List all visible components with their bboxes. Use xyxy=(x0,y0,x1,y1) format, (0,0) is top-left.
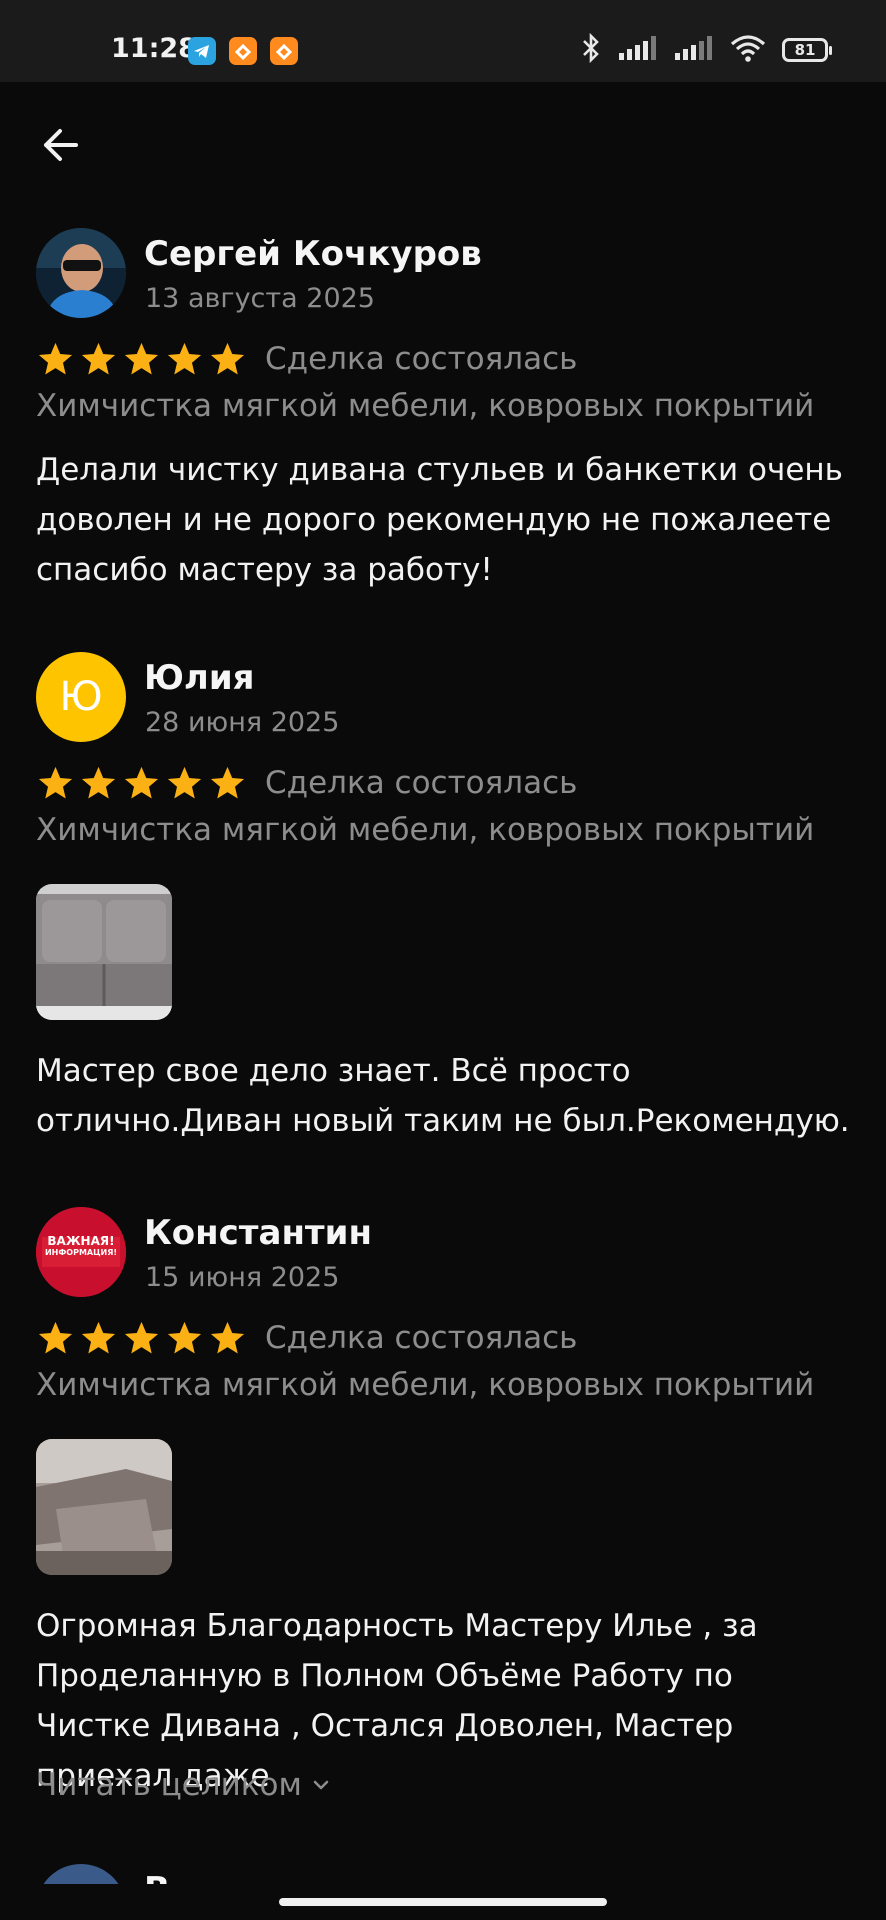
status-indicators: 81 xyxy=(580,32,832,67)
status-bar: 11:28 81 xyxy=(0,0,886,82)
review-date: 28 июня 2025 xyxy=(145,707,340,738)
review-author: Юлия xyxy=(144,658,255,698)
review-card: Сергей Кочкуров 13 августа 2025 Сделка с… xyxy=(0,228,886,588)
review-date: 15 июня 2025 xyxy=(145,1262,340,1293)
star-icon xyxy=(167,342,202,374)
orange-app-icon xyxy=(229,37,257,65)
rating-row: Сделка состоялась xyxy=(36,338,577,380)
star-icon xyxy=(38,342,73,374)
signal-icon xyxy=(674,35,714,65)
review-photo[interactable] xyxy=(36,884,172,1020)
arrow-left-icon xyxy=(44,129,78,161)
deal-status: Сделка состоялась xyxy=(265,1320,578,1356)
review-text: Делали чистку дивана стульев и банкетки … xyxy=(36,452,843,588)
deal-status: Сделка состоялась xyxy=(265,765,578,801)
avatar-letter: Ю xyxy=(59,674,103,720)
telegram-icon xyxy=(188,37,216,65)
battery-indicator: 81 xyxy=(782,38,832,62)
review-author: Константин xyxy=(144,1213,372,1253)
star-icon xyxy=(167,1321,202,1353)
back-button[interactable] xyxy=(36,118,90,172)
service-name: Химчистка мягкой мебели, ковровых покрыт… xyxy=(36,812,815,848)
signal-icon xyxy=(618,35,658,65)
orange-app-icon xyxy=(270,37,298,65)
service-name: Химчистка мягкой мебели, ковровых покрыт… xyxy=(36,388,815,424)
deal-status: Сделка состоялась xyxy=(265,341,578,377)
star-icon xyxy=(81,342,116,374)
bluetooth-icon xyxy=(580,32,602,67)
avatar[interactable] xyxy=(36,1864,126,1884)
star-icon xyxy=(38,766,73,798)
review-card: ВАЖНАЯ! ИНФОРМАЦИЯ! Константин 15 июня 2… xyxy=(0,1207,886,1827)
review-date: 13 августа 2025 xyxy=(145,283,375,314)
star-icon xyxy=(124,766,159,798)
home-indicator[interactable] xyxy=(279,1898,607,1906)
star-icon xyxy=(81,1321,116,1353)
star-icon xyxy=(81,766,116,798)
rating-row: Сделка состоялась xyxy=(36,1317,577,1359)
avatar[interactable] xyxy=(36,228,126,318)
read-more-link[interactable]: Читать целиком xyxy=(36,1767,332,1803)
star-icon xyxy=(124,342,159,374)
read-more-label: Читать целиком xyxy=(36,1767,302,1803)
star-icon xyxy=(210,766,245,798)
review-card: Ю Юлия 28 июня 2025 Сделка состоялась Хи… xyxy=(0,652,886,1172)
wifi-icon xyxy=(730,34,766,66)
star-rating xyxy=(36,764,247,803)
review-author: В xyxy=(144,1870,170,1884)
review-card-partial: В xyxy=(0,1864,886,1884)
star-icon xyxy=(38,1321,73,1353)
status-time: 11:28 xyxy=(111,33,197,64)
review-text: Мастер свое дело знает. Всё просто отлич… xyxy=(36,1053,850,1139)
review-photo[interactable] xyxy=(36,1439,172,1575)
chevron-down-icon xyxy=(313,1780,329,1790)
star-rating xyxy=(36,1319,247,1358)
star-icon xyxy=(210,342,245,374)
avatar[interactable]: Ю xyxy=(36,652,126,742)
service-name: Химчистка мягкой мебели, ковровых покрыт… xyxy=(36,1367,815,1403)
avatar-logo-text: ВАЖНАЯ! ИНФОРМАЦИЯ! xyxy=(44,1234,118,1257)
review-author: Сергей Кочкуров xyxy=(144,234,482,274)
star-icon xyxy=(210,1321,245,1353)
star-icon xyxy=(124,1321,159,1353)
rating-row: Сделка состоялась xyxy=(36,762,577,804)
star-rating xyxy=(36,340,247,379)
avatar[interactable]: ВАЖНАЯ! ИНФОРМАЦИЯ! xyxy=(36,1207,126,1297)
star-icon xyxy=(167,766,202,798)
